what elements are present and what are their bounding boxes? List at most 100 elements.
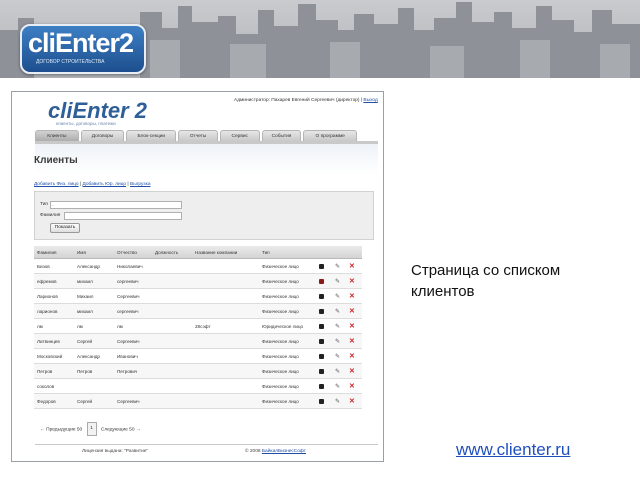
main-tabs: Клиенты Договоры Блок-секции Отчеты Серв… — [35, 130, 358, 142]
edit-icon[interactable]: ✎ — [335, 338, 340, 345]
action-separator: | — [127, 182, 129, 187]
table-row[interactable]: лм лм лм 28сэфт Юридическое лицо ✎ ✕ — [34, 318, 362, 334]
table-cell: Александр — [74, 348, 114, 364]
delete-icon[interactable]: ✕ — [349, 367, 355, 375]
table-cell: лм — [114, 318, 152, 334]
type-select[interactable]: - — [50, 201, 182, 209]
edit-cell: ✎ — [332, 378, 346, 394]
edit-cell: ✎ — [332, 273, 346, 289]
table-cell — [152, 378, 192, 394]
table-cell: Сергеевич — [114, 393, 152, 409]
save-cell — [316, 318, 332, 334]
table-row[interactable]: ларионов михаил сергеевич Физическое лицо ✎ ✕ — [34, 303, 362, 319]
logout-link[interactable]: Выход — [363, 98, 377, 103]
table-row[interactable]: Московский Александр Иванович Физическое ли… — [34, 348, 362, 364]
table-row[interactable]: Федоров Сергей Сергеевич Физическое лицо ✎ ✕ — [34, 393, 362, 409]
prev-page-link[interactable]: ← Предыдущие 50 — [40, 427, 82, 432]
edit-icon[interactable]: ✎ — [335, 353, 340, 360]
table-row[interactable]: Бизов Александр Николаевич Физическое лицо ✎… — [34, 258, 362, 274]
save-icon[interactable] — [319, 263, 324, 269]
save-icon[interactable] — [319, 293, 324, 299]
table-cell — [152, 303, 192, 319]
add-individual-link[interactable]: Добавить Физ. лицо — [34, 182, 79, 187]
table-cell: Физическое лицо — [259, 258, 316, 274]
col-header-type[interactable]: Тип — [259, 246, 316, 259]
table-cell — [74, 378, 114, 394]
export-link[interactable]: Выгрузка — [130, 182, 150, 187]
table-cell: Юридическое лицо — [259, 318, 316, 334]
delete-icon[interactable]: ✕ — [349, 352, 355, 360]
edit-icon[interactable]: ✎ — [335, 368, 340, 375]
save-icon[interactable] — [319, 368, 324, 374]
type-label: Тип — [40, 202, 48, 207]
vendor-link[interactable]: БайкалБизнесСофт — [262, 449, 306, 454]
edit-icon[interactable]: ✎ — [335, 323, 340, 330]
delete-icon[interactable]: ✕ — [349, 262, 355, 270]
delete-cell: ✕ — [346, 333, 362, 349]
show-button[interactable]: Показать — [50, 223, 80, 233]
table-row[interactable]: Петров Петров Петрович Физическое лицо ✎ ✕ — [34, 363, 362, 379]
table-cell: Физическое лицо — [259, 393, 316, 409]
edit-icon[interactable]: ✎ — [335, 263, 340, 270]
edit-icon[interactable]: ✎ — [335, 293, 340, 300]
col-header-name[interactable]: Имя — [74, 246, 114, 259]
delete-cell: ✕ — [346, 318, 362, 334]
table-cell: Сергеевич — [114, 288, 152, 304]
delete-icon[interactable]: ✕ — [349, 277, 355, 285]
table-row[interactable]: ефремов михаил сергеевич Физическое лицо ✎ ✕ — [34, 273, 362, 289]
col-header-position[interactable]: Должность — [152, 246, 192, 259]
delete-icon[interactable]: ✕ — [349, 337, 355, 345]
table-cell: Физическое лицо — [259, 303, 316, 319]
table-cell — [152, 288, 192, 304]
table-cell: лм — [34, 318, 74, 334]
save-icon[interactable] — [319, 383, 324, 389]
table-cell: михаил — [74, 273, 114, 289]
table-cell — [114, 378, 152, 394]
delete-icon[interactable]: ✕ — [349, 292, 355, 300]
surname-input[interactable] — [64, 212, 182, 220]
edit-icon[interactable]: ✎ — [335, 278, 340, 285]
col-header-company[interactable]: Название компании — [192, 246, 259, 259]
delete-icon[interactable]: ✕ — [349, 307, 355, 315]
table-cell: Физическое лицо — [259, 378, 316, 394]
table-cell: Михаил — [74, 288, 114, 304]
save-icon[interactable] — [319, 308, 324, 314]
user-name: Администратор: Пахарев Евгений Сергеевич… — [234, 98, 363, 103]
delete-icon[interactable]: ✕ — [349, 322, 355, 330]
page-number[interactable]: 1 — [86, 422, 97, 436]
col-header-surname[interactable]: Фамилия — [34, 246, 74, 259]
save-icon[interactable] — [319, 398, 324, 404]
edit-cell: ✎ — [332, 333, 346, 349]
banner-logo-subtitle: ДОГОВОР СТРОИТЕЛЬСТВА — [36, 59, 105, 65]
delete-icon[interactable]: ✕ — [349, 382, 355, 390]
top-banner: cliEnter2 ДОГОВОР СТРОИТЕЛЬСТВА — [0, 0, 640, 78]
save-icon[interactable] — [319, 323, 324, 329]
table-cell: ефремов — [34, 273, 74, 289]
edit-icon[interactable]: ✎ — [335, 383, 340, 390]
col-header-save — [316, 246, 332, 259]
delete-icon[interactable]: ✕ — [349, 397, 355, 405]
banner-logo-text: cliEnter2 — [28, 28, 134, 58]
save-icon[interactable] — [319, 278, 324, 284]
table-cell: михаил — [74, 303, 114, 319]
delete-cell: ✕ — [346, 258, 362, 274]
next-page-link[interactable]: Следующие 50 → — [101, 427, 141, 432]
table-row[interactable]: Ларионов Михаил Сергеевич Физическое лицо ✎ ✕ — [34, 288, 362, 304]
table-cell: Николаевич — [114, 258, 152, 274]
table-cell: Федоров — [34, 393, 74, 409]
table-row[interactable]: Литвинцев Сергей Сергеевич Физическое лицо ✎… — [34, 333, 362, 349]
save-icon[interactable] — [319, 353, 324, 359]
save-icon[interactable] — [319, 338, 324, 344]
table-row[interactable]: соколов Физическое лицо ✎ ✕ — [34, 378, 362, 394]
table-cell — [152, 333, 192, 349]
table-cell: Петров — [34, 363, 74, 379]
col-header-patronymic[interactable]: Отчество — [114, 246, 152, 259]
add-company-link[interactable]: Добавить Юр. лицо — [83, 182, 127, 187]
edit-icon[interactable]: ✎ — [335, 308, 340, 315]
edit-icon[interactable]: ✎ — [335, 398, 340, 405]
site-url-link[interactable]: www.clienter.ru — [456, 440, 570, 460]
table-cell: Сергей — [74, 393, 114, 409]
table-cell: Александр — [74, 258, 114, 274]
edit-cell: ✎ — [332, 393, 346, 409]
delete-cell: ✕ — [346, 273, 362, 289]
